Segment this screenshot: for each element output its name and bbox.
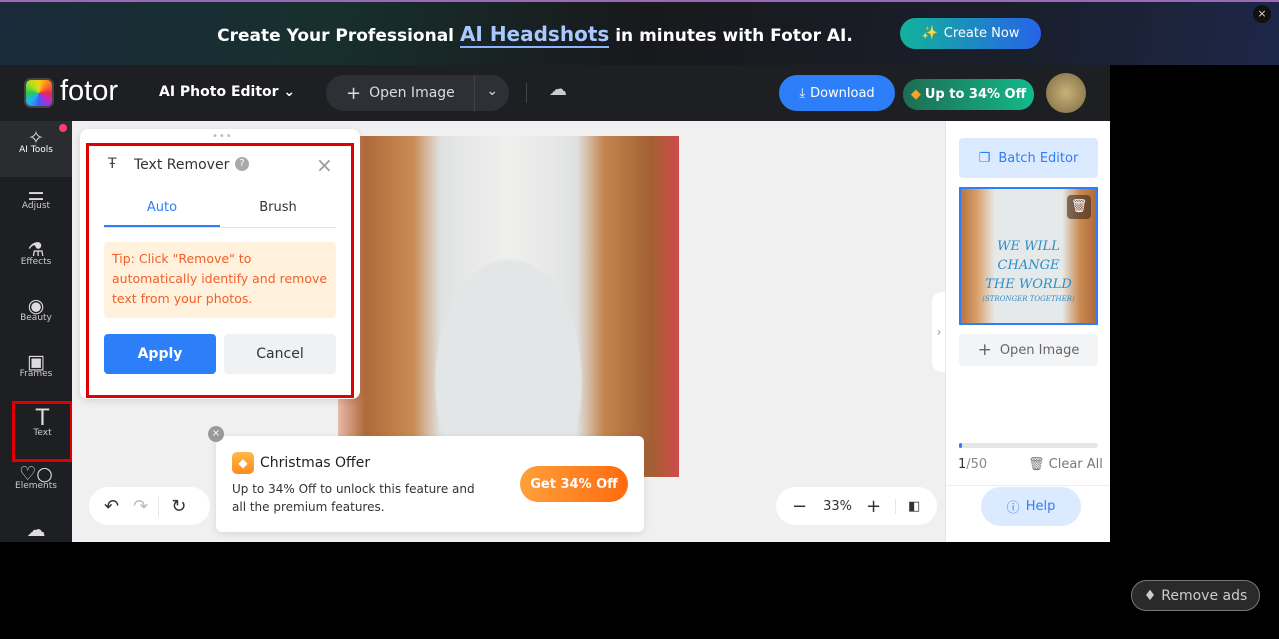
banner-close-button[interactable]: × xyxy=(1253,5,1271,23)
canvas-photo[interactable] xyxy=(338,136,679,477)
chevron-down-icon: ⌄ xyxy=(283,84,296,100)
close-icon[interactable]: × xyxy=(316,153,333,177)
sidebar-item-frames[interactable]: ▣ Frames xyxy=(0,345,72,401)
editor-menu[interactable]: AI Photo Editor ⌄ xyxy=(159,84,295,100)
plus-icon: + xyxy=(977,340,992,360)
sidebar-item-text[interactable]: T Text xyxy=(12,401,73,462)
right-panel: ❐ Batch Editor WE WILL CHANGE THE WORLD (… xyxy=(945,121,1110,542)
upload-progress xyxy=(959,443,1098,448)
drag-handle[interactable]: ••• xyxy=(212,131,233,142)
text-remover-icon: Ŧ xyxy=(108,156,117,172)
offer-body: Up to 34% Off to unlock this feature and… xyxy=(232,482,475,514)
plus-icon: + xyxy=(346,82,362,104)
tab-auto[interactable]: Auto xyxy=(104,196,220,227)
zoom-out-icon[interactable]: − xyxy=(792,496,807,517)
help-button[interactable]: ⓘ Help xyxy=(981,487,1081,526)
create-now-button[interactable]: ✨ Create Now xyxy=(900,18,1041,49)
collapse-panel-button[interactable]: › xyxy=(932,292,946,372)
add-image-button[interactable]: + Open Image xyxy=(959,334,1098,366)
upgrade-button[interactable]: ◆ Up to 34% Off xyxy=(903,79,1034,110)
divider xyxy=(946,485,1110,486)
thumb-text: WE WILL xyxy=(997,239,1060,254)
promo-banner: Create Your Professional AI Headshots in… xyxy=(0,0,1279,65)
zoom-controls: − 33% + ◧ xyxy=(776,487,937,525)
history-controls: ↶ ↷ ↻ xyxy=(89,487,210,525)
tip-message: Tip: Click "Remove" to automatically ide… xyxy=(104,242,336,318)
sidebar-item-adjust[interactable]: ⚌ Adjust xyxy=(0,177,72,233)
diamond-icon: ◆ xyxy=(910,87,921,102)
divider xyxy=(526,83,527,103)
cancel-button[interactable]: Cancel xyxy=(224,334,336,374)
mode-tabs: Auto Brush xyxy=(104,196,336,228)
flask-icon: ⚗ xyxy=(27,239,45,261)
trash-icon: 🗑 xyxy=(1028,457,1045,472)
download-icon: ⤓ xyxy=(799,85,806,101)
redo-icon[interactable]: ↷ xyxy=(133,496,148,517)
text-icon: T xyxy=(35,406,50,431)
sidebar: ✧ AI Tools ⚌ Adjust ⚗ Effects ◉ Beauty ▣ Fram… xyxy=(0,121,73,542)
zoom-level: 33% xyxy=(823,498,852,514)
notification-dot xyxy=(59,124,67,132)
eye-icon: ◉ xyxy=(27,295,45,317)
sidebar-item-beauty[interactable]: ◉ Beauty xyxy=(0,289,72,345)
thumb-text: THE WORLD xyxy=(985,277,1072,292)
progress-fill xyxy=(959,443,962,448)
open-image-button[interactable]: + Open Image ⌄ xyxy=(326,75,509,111)
reset-icon[interactable]: ↻ xyxy=(158,495,186,517)
cloud-icon[interactable]: ☁ xyxy=(549,79,567,100)
remove-ads-button[interactable]: ♦ Remove ads xyxy=(1131,580,1260,611)
avatar[interactable] xyxy=(1046,73,1086,113)
image-count: 1/50 xyxy=(958,457,988,472)
fotor-logo-icon[interactable] xyxy=(24,78,54,108)
zoom-in-icon[interactable]: + xyxy=(866,496,881,517)
sidebar-item-effects[interactable]: ⚗ Effects xyxy=(0,233,72,289)
compare-icon[interactable]: ◧ xyxy=(895,498,920,514)
offer-close-button[interactable]: × xyxy=(208,426,224,442)
help-icon[interactable]: ? xyxy=(235,157,249,171)
delete-icon[interactable]: 🗑 xyxy=(1067,195,1091,219)
panel-title: Text Remover xyxy=(134,157,230,173)
clear-all-button[interactable]: 🗑 Clear All xyxy=(1028,457,1103,472)
get-discount-button[interactable]: Get 34% Off xyxy=(520,466,628,502)
diamond-icon: ◆ xyxy=(232,452,254,474)
thumb-text: CHANGE xyxy=(997,258,1060,273)
sidebar-item-elements[interactable]: ♡○ Elements xyxy=(0,457,72,513)
tab-brush[interactable]: Brush xyxy=(220,196,336,227)
upload-cloud-icon: ☁ xyxy=(26,519,46,541)
top-header: fotor AI Photo Editor ⌄ + Open Image ⌄ ☁… xyxy=(0,65,1110,121)
thumb-text: (STRONGER TOGETHER) xyxy=(982,295,1075,303)
download-button[interactable]: ⤓ Download xyxy=(779,75,895,111)
layers-icon: ❐ xyxy=(978,150,991,166)
apply-button[interactable]: Apply xyxy=(104,334,216,374)
offer-title: Christmas Offer xyxy=(260,455,371,471)
question-circle-icon: ⓘ xyxy=(1006,501,1020,516)
open-image-dropdown[interactable]: ⌄ xyxy=(474,75,509,111)
sliders-icon: ⚌ xyxy=(27,183,45,205)
frame-icon: ▣ xyxy=(27,351,45,373)
batch-editor-button[interactable]: ❐ Batch Editor xyxy=(959,138,1098,178)
sidebar-item-upload[interactable]: ☁ xyxy=(0,513,72,542)
undo-icon[interactable]: ↶ xyxy=(104,496,119,517)
magic-wand-icon: ✨ xyxy=(921,26,938,41)
diamond-icon: ♦ xyxy=(1143,587,1157,604)
shapes-icon: ♡○ xyxy=(19,463,53,485)
logo-text[interactable]: fotor xyxy=(60,75,118,108)
